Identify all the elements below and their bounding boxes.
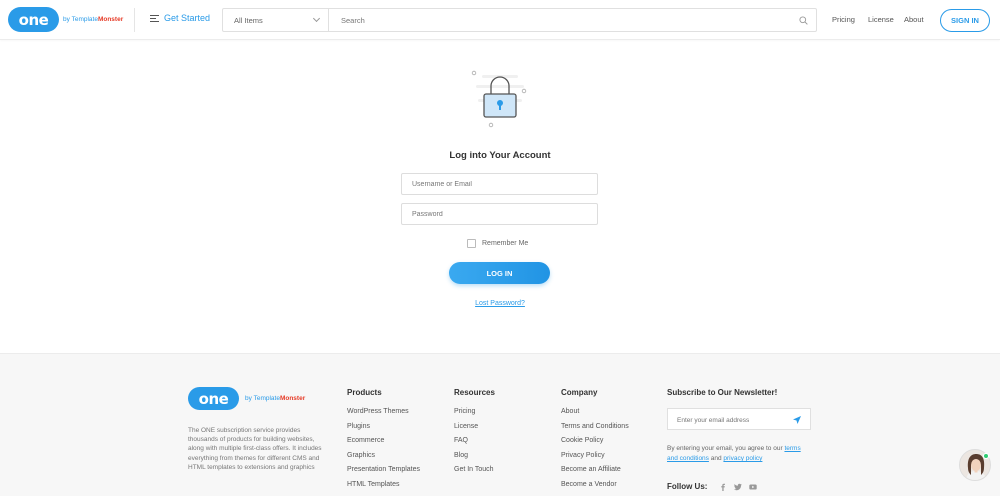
- search-icon[interactable]: [799, 16, 808, 25]
- footer-logo-by-text: by: [245, 395, 252, 402]
- footer-column-company: Company About Terms and Conditions Cooki…: [561, 388, 629, 496]
- footer-link[interactable]: Become a Vendor: [561, 481, 629, 488]
- privacy-link[interactable]: privacy policy: [723, 455, 762, 462]
- footer-link[interactable]: Get In Touch: [454, 466, 495, 473]
- site-footer: one by TemplateMonster The ONE subscript…: [0, 353, 1000, 496]
- logo-by-text: by: [63, 16, 70, 23]
- footer-link[interactable]: Presentation Templates: [347, 466, 420, 473]
- login-button[interactable]: LOG IN: [449, 262, 550, 284]
- footer-link[interactable]: Privacy Policy: [561, 452, 629, 459]
- get-started-button[interactable]: Get Started: [150, 13, 210, 23]
- search-input[interactable]: [329, 9, 816, 31]
- footer-link[interactable]: WordPress Themes: [347, 408, 420, 415]
- footer-description: The ONE subscription service provides th…: [188, 427, 322, 471]
- footer-link[interactable]: Graphics: [347, 452, 420, 459]
- footer-link[interactable]: Pricing: [454, 408, 495, 415]
- get-started-label: Get Started: [164, 13, 211, 23]
- footer-link[interactable]: Terms and Conditions: [561, 423, 629, 430]
- footer-link[interactable]: License: [454, 423, 495, 430]
- username-field[interactable]: [401, 173, 598, 195]
- sign-in-button[interactable]: SIGN IN: [940, 9, 990, 32]
- twitter-icon[interactable]: [734, 483, 743, 491]
- category-select-value: All Items: [234, 16, 263, 25]
- newsletter-terms: By entering your email, you agree to our…: [667, 444, 812, 464]
- footer-column-products: Products WordPress Themes Plugins Ecomme…: [347, 388, 420, 496]
- category-select[interactable]: All Items: [223, 9, 329, 31]
- footer-logo-brand-template: Template: [253, 395, 280, 402]
- footer-column-resources: Resources Pricing License FAQ Blog Get I…: [454, 388, 495, 481]
- remember-me-label: Remember Me: [482, 240, 529, 247]
- footer-logo-mark: one: [188, 387, 239, 410]
- footer-link[interactable]: Become an Affiliate: [561, 466, 629, 473]
- footer-logo-brand-monster: Monster: [279, 395, 306, 402]
- logo-byline: by TemplateMonster: [63, 16, 123, 23]
- search-bar: All Items: [222, 8, 817, 32]
- follow-us: Follow Us:: [667, 482, 758, 491]
- lost-password-link: Lost Password?: [0, 300, 1000, 307]
- logo[interactable]: one by TemplateMonster: [8, 7, 123, 32]
- facebook-icon[interactable]: [719, 483, 727, 491]
- logo-brand-monster: Monster: [97, 16, 124, 23]
- header-divider: [134, 8, 135, 32]
- online-status-dot: [983, 453, 989, 459]
- nav-license[interactable]: License: [868, 15, 894, 24]
- remember-me-checkbox[interactable]: [467, 239, 476, 248]
- terms-and: and: [710, 455, 722, 462]
- footer-link[interactable]: Cookie Policy: [561, 437, 629, 444]
- lost-password-text[interactable]: Lost Password?: [475, 300, 525, 307]
- footer-link[interactable]: HTML Templates: [347, 481, 420, 488]
- follow-us-label: Follow Us:: [667, 482, 708, 491]
- footer-link[interactable]: FAQ: [454, 437, 495, 444]
- newsletter-email-input[interactable]: [668, 410, 788, 431]
- terms-prefix: By entering your email, you agree to our: [667, 445, 783, 452]
- send-icon[interactable]: [792, 415, 802, 425]
- password-field[interactable]: [401, 203, 598, 225]
- footer-column-title: Products: [347, 388, 382, 397]
- youtube-icon[interactable]: [749, 483, 758, 491]
- footer-link[interactable]: Blog: [454, 452, 495, 459]
- footer-link[interactable]: Ecommerce: [347, 437, 420, 444]
- footer-link[interactable]: About: [561, 408, 629, 415]
- footer-logo[interactable]: one by TemplateMonster: [188, 387, 305, 410]
- newsletter-title: Subscribe to Our Newsletter!: [667, 388, 778, 397]
- footer-column-title: Company: [561, 388, 598, 397]
- newsletter-form: [667, 408, 811, 431]
- nav-about[interactable]: About: [904, 15, 924, 24]
- menu-icon: [150, 14, 159, 22]
- nav-pricing[interactable]: Pricing: [832, 15, 855, 24]
- footer-logo-byline: by TemplateMonster: [245, 395, 305, 402]
- logo-brand-template: Template: [71, 16, 98, 23]
- lock-icon: [471, 70, 527, 128]
- footer-link[interactable]: Plugins: [347, 423, 420, 430]
- remember-me[interactable]: Remember Me: [467, 239, 528, 248]
- logo-mark: one: [8, 7, 59, 32]
- login-title: Log into Your Account: [449, 150, 551, 161]
- site-header: one by TemplateMonster Get Started All I…: [0, 0, 1000, 40]
- chevron-down-icon: [312, 14, 321, 23]
- footer-column-title: Resources: [454, 388, 495, 397]
- newsletter-section: Subscribe to Our Newsletter!: [667, 388, 777, 408]
